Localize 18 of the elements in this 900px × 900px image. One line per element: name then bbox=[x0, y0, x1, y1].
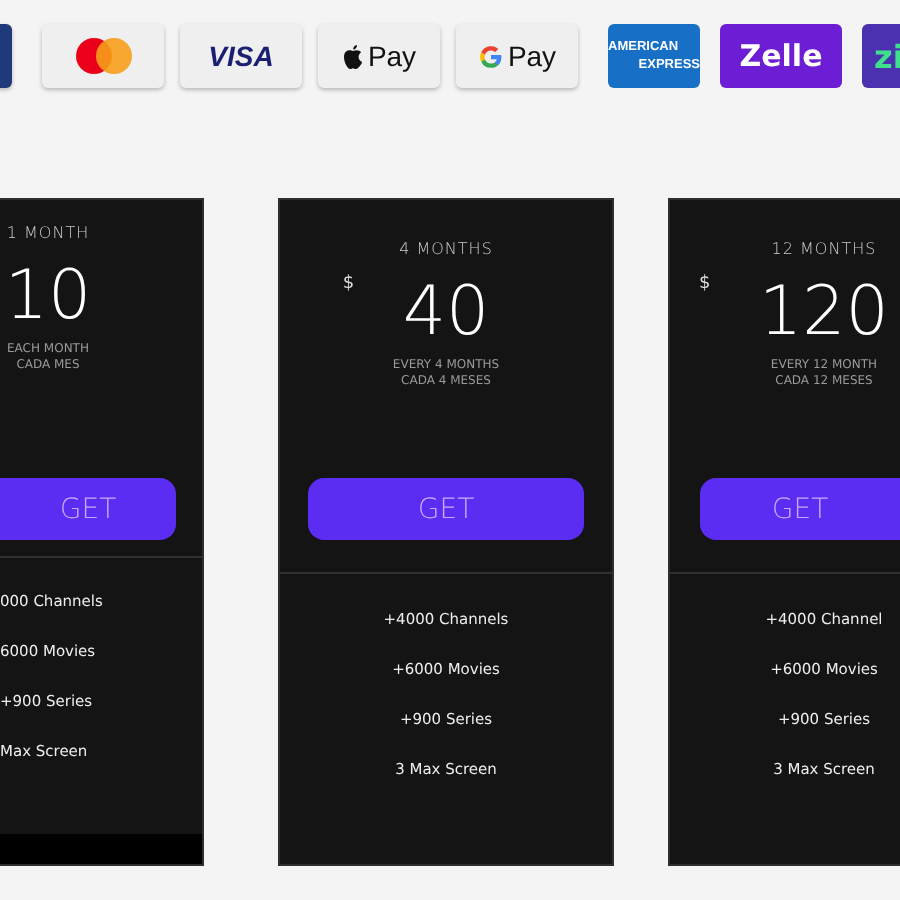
zelle-label: Zelle bbox=[739, 38, 823, 74]
currency-sign: $ bbox=[699, 274, 711, 294]
visa-label: VISA bbox=[208, 40, 274, 72]
get-button[interactable]: GET bbox=[0, 478, 176, 540]
pay-label: Pay bbox=[507, 40, 557, 72]
plan-title: 4 MONTHS bbox=[399, 240, 493, 258]
apple-icon bbox=[341, 43, 364, 69]
get-button[interactable]: GET bbox=[700, 478, 900, 540]
get-button[interactable]: GET bbox=[308, 478, 584, 540]
plan-title: 12 MONTHS bbox=[771, 240, 877, 258]
plan-price: 120 bbox=[759, 270, 889, 356]
mastercard-circles-icon bbox=[73, 36, 133, 76]
plan-price: 10 bbox=[4, 254, 92, 340]
plan-price: 40 bbox=[402, 270, 490, 356]
pay-label: Pay bbox=[367, 40, 417, 72]
plan-title: 1 MONTH bbox=[6, 224, 90, 242]
currency-sign: $ bbox=[342, 274, 355, 294]
google-g-icon bbox=[477, 43, 504, 69]
